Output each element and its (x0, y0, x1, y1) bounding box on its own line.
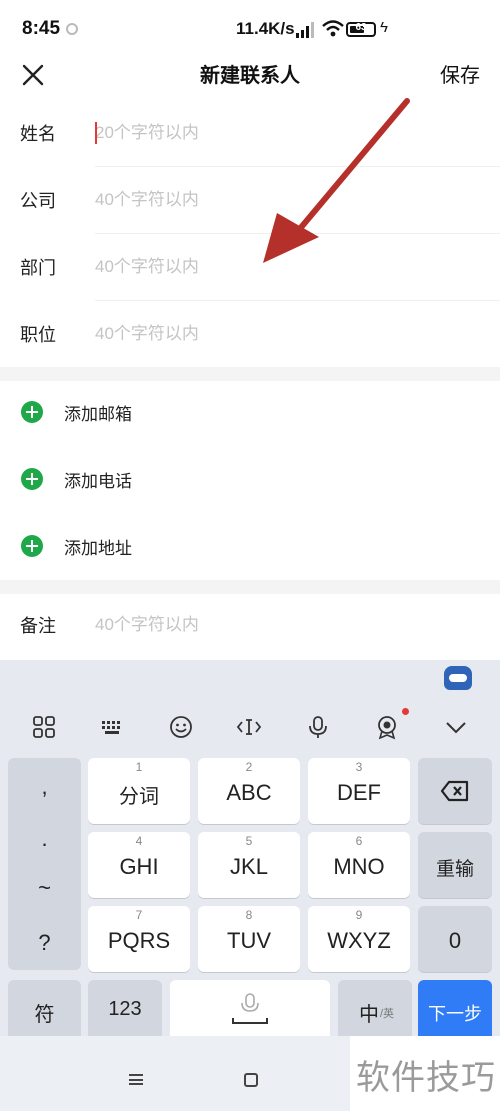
menu-nav-icon[interactable] (129, 1074, 143, 1085)
language-switch-key[interactable]: 中 /英 (338, 980, 412, 1042)
notification-dot (402, 708, 409, 715)
network-speed: 11.4K/s (236, 19, 295, 38)
backspace-key[interactable] (418, 758, 492, 824)
status-sync-icon (66, 23, 78, 35)
key-2[interactable]: 2 ABC (198, 758, 300, 824)
add-email-label: 添加邮箱 (64, 405, 132, 424)
status-time: 8:45 (22, 18, 61, 39)
position-label: 职位 (20, 325, 56, 345)
key-3[interactable]: 3 DEF (308, 758, 410, 824)
emoji-icon[interactable] (168, 714, 194, 740)
signal-icon (296, 22, 314, 38)
microphone-icon[interactable] (305, 714, 331, 740)
ime-keyboard: , . ~ ? 1 分词 2 ABC 3 DEF 4 GHI 5 JKL 6 M… (0, 660, 500, 1042)
name-label: 姓名 (20, 124, 56, 144)
key-4[interactable]: 4 GHI (88, 832, 190, 898)
save-button[interactable]: 保存 (440, 59, 480, 88)
text-cursor (95, 122, 97, 144)
company-label: 公司 (20, 191, 56, 211)
space-key[interactable] (170, 980, 330, 1042)
battery-level: 63 (355, 22, 367, 33)
plus-circle-icon (21, 468, 43, 490)
title-bar: 新建联系人 保存 (0, 56, 500, 100)
key-5[interactable]: 5 JKL (198, 832, 300, 898)
notes-label: 备注 (20, 616, 56, 636)
keyboard-icon[interactable] (99, 714, 125, 740)
zero-key[interactable]: 0 (418, 906, 492, 972)
backspace-icon (440, 780, 469, 802)
position-input[interactable] (95, 317, 475, 351)
badge-icon[interactable] (374, 714, 400, 740)
chevron-down-icon[interactable] (443, 714, 469, 740)
wifi-icon (322, 20, 344, 37)
space-microphone-icon (232, 993, 268, 1024)
reenter-key[interactable]: 重输 (418, 832, 492, 898)
punct-key[interactable]: . (8, 826, 81, 852)
key-8[interactable]: 8 TUV (198, 906, 300, 972)
key-1[interactable]: 1 分词 (88, 758, 190, 824)
battery-icon: 63 (346, 22, 376, 37)
name-row: 姓名 (0, 100, 500, 167)
mascot-icon[interactable] (444, 666, 472, 690)
symbol-key[interactable]: 符 (8, 980, 81, 1042)
punct-key[interactable]: ~ (8, 875, 81, 901)
punct-key[interactable]: , (8, 774, 81, 800)
key-6[interactable]: 6 MNO (308, 832, 410, 898)
lang-sub-label: /英 (380, 1008, 395, 1020)
position-row: 职位 (0, 301, 500, 368)
keyboard-toolbar (0, 700, 500, 750)
contact-form: 姓名 公司 部门 职位 (0, 100, 500, 368)
key-9[interactable]: 9 WXYZ (308, 906, 410, 972)
notes-row: 备注 (0, 592, 500, 659)
department-row: 部门 (0, 234, 500, 301)
add-phone-button[interactable]: 添加电话 (0, 446, 500, 513)
add-email-button[interactable]: 添加邮箱 (0, 379, 500, 446)
annotation-arrow (263, 98, 410, 263)
company-row: 公司 (0, 167, 500, 234)
punctuation-column[interactable]: , . ~ ? (8, 758, 81, 970)
add-phone-label: 添加电话 (64, 472, 132, 491)
page-title: 新建联系人 (200, 65, 300, 87)
notes-input[interactable] (95, 608, 475, 642)
add-address-label: 添加地址 (64, 539, 132, 558)
charging-icon: ϟ (380, 19, 388, 36)
add-address-button[interactable]: 添加地址 (0, 513, 500, 580)
watermark-text: 软件技巧 (356, 1059, 496, 1097)
numeric-key[interactable]: 123 (88, 980, 162, 1042)
apps-grid-icon[interactable] (31, 714, 57, 740)
status-bar: 8:45 11.4K/s 63 ϟ (0, 0, 500, 56)
next-key[interactable]: 下一步 (418, 980, 492, 1042)
key-7[interactable]: 7 PQRS (88, 906, 190, 972)
plus-circle-icon (21, 401, 43, 423)
home-nav-icon[interactable] (244, 1073, 258, 1087)
plus-circle-icon (21, 535, 43, 557)
punct-key[interactable]: ? (8, 930, 81, 956)
department-label: 部门 (20, 258, 56, 278)
cursor-icon[interactable] (236, 714, 262, 740)
